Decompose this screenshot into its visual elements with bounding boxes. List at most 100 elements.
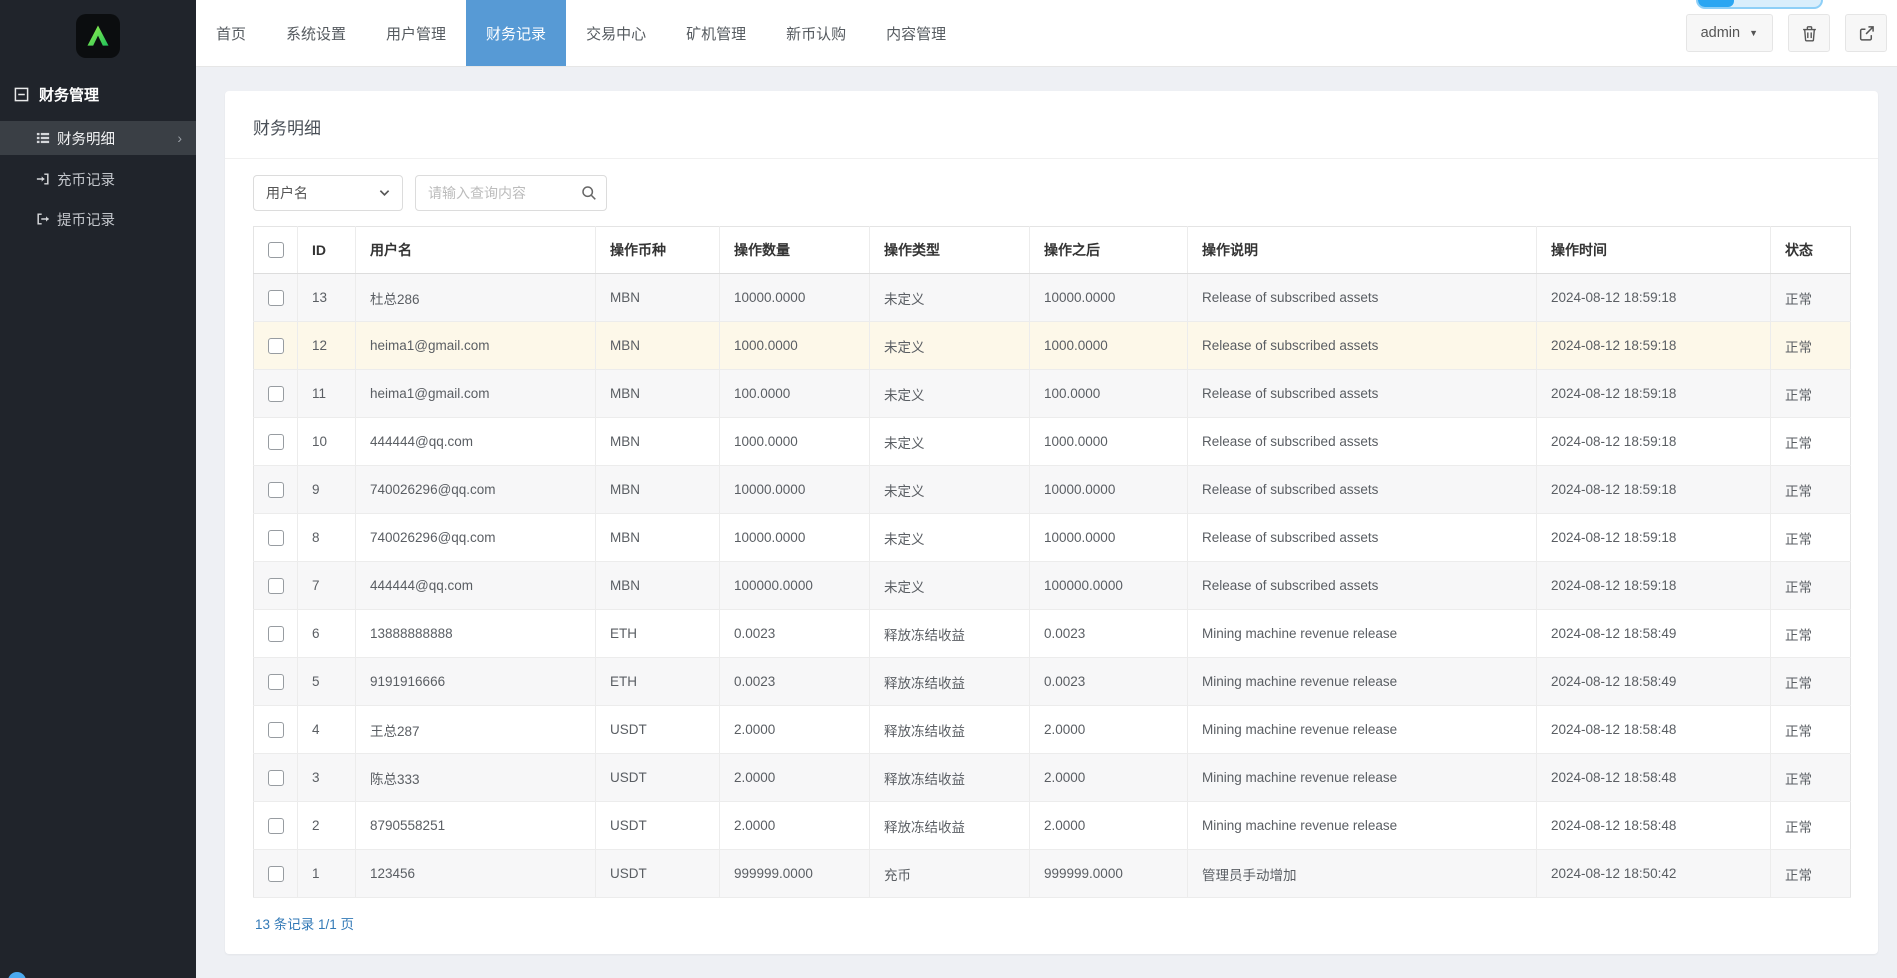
topnav-item-active[interactable]: 财务记录 [466, 0, 567, 66]
sidebar-item-withdraw-records[interactable]: 提币记录 [0, 199, 196, 239]
topnav-item[interactable]: 用户管理 [366, 0, 466, 66]
admin-label: admin [1700, 25, 1741, 41]
filter-field-select[interactable]: 用户名 [253, 175, 403, 211]
cell-id: 9 [297, 465, 356, 514]
cell-username: 王总287 [355, 705, 596, 754]
sidebar-group-finance[interactable]: 财务管理 [0, 66, 196, 119]
sidebar: 财务管理 财务明细 › 充币记录提币记录 [0, 0, 196, 978]
cell-description: Mining machine revenue release [1187, 801, 1537, 850]
cell-amount: 2.0000 [719, 705, 870, 754]
cell-username: 9191916666 [355, 657, 596, 706]
cell-description: Mining machine revenue release [1187, 705, 1537, 754]
row-checkbox[interactable] [268, 577, 284, 594]
table-row: 10 444444@qq.com MBN 1000.0000 未定义 1000.0000 R… [253, 417, 1851, 466]
row-checkbox[interactable] [268, 385, 284, 402]
cell-username: 740026296@qq.com [355, 513, 596, 562]
row-checkbox[interactable] [268, 817, 284, 834]
cell-coin: USDT [595, 849, 720, 898]
row-checkbox[interactable] [268, 433, 284, 450]
topnav-item[interactable]: 新币认购 [766, 0, 866, 66]
select-all-checkbox[interactable] [268, 242, 284, 258]
cell-time: 2024-08-12 18:58:48 [1536, 705, 1771, 754]
column-header: 操作时间 [1536, 226, 1771, 274]
row-checkbox[interactable] [268, 625, 284, 642]
row-checkbox[interactable] [268, 721, 284, 738]
sidebar-item-finance-detail[interactable]: 财务明细 › [0, 121, 196, 155]
column-header: 状态 [1770, 226, 1851, 274]
cell-username: 8790558251 [355, 801, 596, 850]
topnav-item[interactable]: 交易中心 [566, 0, 666, 66]
sidebar-item-label: 提币记录 [57, 212, 115, 229]
cell-coin: MBN [595, 417, 720, 466]
cell-amount: 2.0000 [719, 801, 870, 850]
cell-coin: MBN [595, 273, 720, 322]
cell-status: 正常 [1770, 609, 1851, 658]
table-row: 2 8790558251 USDT 2.0000 释放冻结收益 2.0000 Mining … [253, 801, 1851, 850]
cell-id: 5 [297, 657, 356, 706]
cell-username: 陈总333 [355, 753, 596, 802]
cell-time: 2024-08-12 18:59:18 [1536, 561, 1771, 610]
cell-amount: 0.0023 [719, 609, 870, 658]
trash-icon [1801, 25, 1818, 42]
cell-amount: 100000.0000 [719, 561, 870, 610]
cell-amount: 10000.0000 [719, 273, 870, 322]
cell-after: 10000.0000 [1029, 273, 1188, 322]
column-header: 操作之后 [1029, 226, 1188, 274]
cell-coin: USDT [595, 753, 720, 802]
filter-select-value: 用户名 [266, 185, 308, 201]
finance-detail-card: 财务明细 用户名 请输入查询内容 ID 用户名 操作币种 操作数量 操作类型 操… [225, 91, 1878, 954]
cutoff-tooltip [1696, 0, 1823, 9]
row-checkbox[interactable] [268, 337, 284, 354]
column-header: 操作类型 [869, 226, 1030, 274]
logout-button[interactable] [1845, 14, 1887, 52]
cell-type: 未定义 [869, 369, 1030, 418]
row-checkbox[interactable] [268, 769, 284, 786]
topnav-item[interactable]: 矿机管理 [666, 0, 766, 66]
cell-description: Release of subscribed assets [1187, 561, 1537, 610]
cell-type: 释放冻结收益 [869, 801, 1030, 850]
column-header: 用户名 [355, 226, 596, 274]
row-checkbox[interactable] [268, 289, 284, 306]
row-checkbox[interactable] [268, 673, 284, 690]
cell-type: 释放冻结收益 [869, 753, 1030, 802]
cell-username: heima1@gmail.com [355, 369, 596, 418]
cell-coin: MBN [595, 465, 720, 514]
cell-id: 7 [297, 561, 356, 610]
cell-time: 2024-08-12 18:58:49 [1536, 609, 1771, 658]
column-header: 操作数量 [719, 226, 870, 274]
topnav-item[interactable]: 首页 [196, 0, 266, 66]
chevron-down-icon [379, 190, 390, 197]
row-checkbox[interactable] [268, 529, 284, 546]
sidebar-item-deposit-records[interactable]: 充币记录 [0, 159, 196, 199]
cell-type: 未定义 [869, 321, 1030, 370]
cell-status: 正常 [1770, 513, 1851, 562]
cell-type: 充币 [869, 849, 1030, 898]
cell-username: 444444@qq.com [355, 417, 596, 466]
trash-button[interactable] [1788, 14, 1830, 52]
content-area: 财务明细 用户名 请输入查询内容 ID 用户名 操作币种 操作数量 操作类型 操… [196, 67, 1897, 978]
row-checkbox[interactable] [268, 865, 284, 882]
filter-row: 用户名 [253, 175, 1850, 211]
cell-time: 2024-08-12 18:59:18 [1536, 417, 1771, 466]
sidebar-item-label: 财务明细 [57, 131, 115, 148]
cell-time: 2024-08-12 18:59:18 [1536, 513, 1771, 562]
search-icon[interactable] [581, 185, 597, 201]
cell-status: 正常 [1770, 273, 1851, 322]
topnav-item[interactable]: 内容管理 [866, 0, 966, 66]
cell-status: 正常 [1770, 849, 1851, 898]
cell-id: 10 [297, 417, 356, 466]
search-input[interactable] [415, 175, 607, 211]
cell-amount: 1000.0000 [719, 417, 870, 466]
app-logo[interactable] [76, 14, 120, 58]
cell-after: 1000.0000 [1029, 417, 1188, 466]
cell-type: 未定义 [869, 561, 1030, 610]
cell-amount: 10000.0000 [719, 465, 870, 514]
cell-description: Release of subscribed assets [1187, 273, 1537, 322]
cell-type: 释放冻结收益 [869, 705, 1030, 754]
table-row: 13 杜总286 MBN 10000.0000 未定义 10000.0000 Release… [253, 273, 1851, 322]
row-checkbox[interactable] [268, 481, 284, 498]
admin-dropdown[interactable]: admin ▼ [1685, 14, 1773, 52]
main-column: 首页 系统设置 用户管理 财务记录 交易中心 矿机管理 新币认购 内容管理 admin ▼ [196, 0, 1897, 978]
topnav-item[interactable]: 系统设置 [266, 0, 366, 66]
cell-id: 6 [297, 609, 356, 658]
